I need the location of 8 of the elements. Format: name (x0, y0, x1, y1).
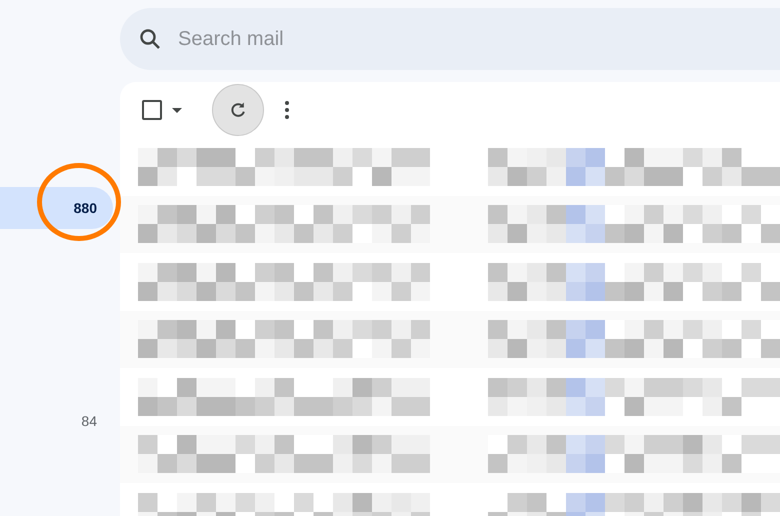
refresh-button[interactable] (212, 84, 264, 136)
more-icon[interactable] (284, 100, 290, 120)
select-checkbox[interactable] (142, 100, 162, 120)
search-input[interactable]: Search mail (176, 26, 780, 52)
search-field[interactable]: Search mail (120, 8, 780, 70)
nav-item[interactable]: 84 (0, 400, 113, 442)
selected-nav-item[interactable]: 880 (0, 187, 113, 229)
search-icon (138, 27, 162, 51)
